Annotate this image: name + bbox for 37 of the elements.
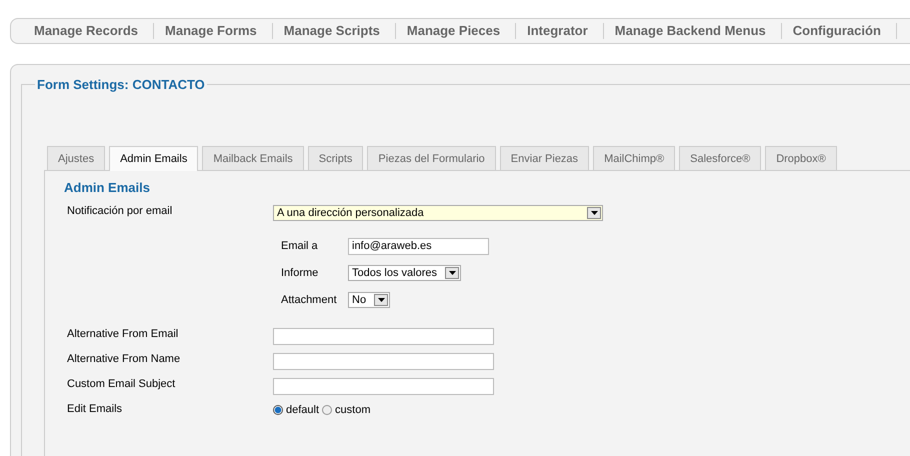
input-field[interactable] xyxy=(273,378,494,395)
radio-label[interactable]: default xyxy=(286,404,320,416)
radio-button[interactable] xyxy=(273,405,283,415)
field-label: Notificación por email xyxy=(66,205,174,219)
field-label: Email a xyxy=(281,240,319,252)
section-title: Admin Emails xyxy=(64,180,151,195)
radio-label[interactable]: custom xyxy=(335,404,370,416)
field-label: Informe xyxy=(281,267,320,279)
menu-link[interactable]: Integrator xyxy=(516,23,604,39)
field-label: Alternative From Name xyxy=(66,353,182,367)
tab[interactable]: Scripts xyxy=(308,146,364,170)
menu-link[interactable]: Manage Backend Menus xyxy=(604,23,782,39)
menu-link[interactable]: Manage Forms xyxy=(154,23,273,39)
form-title: Form Settings: CONTACTO xyxy=(36,77,206,92)
dropdown[interactable]: Todos los valores xyxy=(348,265,461,281)
tab[interactable]: MailChimp® xyxy=(593,146,676,170)
tab[interactable]: Salesforce® xyxy=(679,146,762,170)
tab[interactable]: Piezas del Formulario xyxy=(367,146,496,170)
tab[interactable]: Enviar Piezas xyxy=(500,146,590,170)
menu-link[interactable]: Configuración xyxy=(782,23,897,39)
field-label: Attachment xyxy=(281,294,338,306)
field-label: Alternative From Email xyxy=(66,328,180,342)
dropdown[interactable]: No xyxy=(348,292,390,308)
dropdown[interactable]: A una dirección personalizada xyxy=(273,205,603,221)
tab[interactable]: Dropbox® xyxy=(765,146,837,170)
input-field[interactable]: info@araweb.es xyxy=(348,238,489,254)
radio-button[interactable] xyxy=(322,405,332,415)
input-field[interactable] xyxy=(273,353,494,370)
menu-link[interactable]: Manage Pieces xyxy=(396,23,516,39)
menu-link[interactable]: Manage Records xyxy=(23,23,154,39)
input-field[interactable] xyxy=(273,328,494,345)
field-label: Edit Emails xyxy=(66,403,124,416)
tab[interactable]: Mailback Emails xyxy=(202,146,304,170)
tab[interactable]: Admin Emails xyxy=(109,146,198,171)
field-label: Custom Email Subject xyxy=(66,378,176,392)
tab[interactable]: Ajustes xyxy=(47,146,106,170)
menu-link[interactable]: Manage Scripts xyxy=(272,23,396,39)
